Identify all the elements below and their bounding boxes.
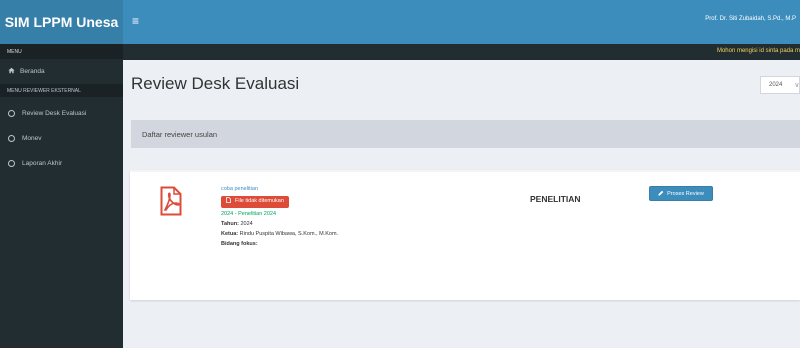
tahun-label: Tahun: [221, 220, 239, 227]
notice-bar: Mohon mengisi id sinta pada m [123, 44, 800, 60]
proposal-scheme: 2024 - Penelitian 2024 [221, 210, 277, 217]
sidebar-item-label: Monev [22, 135, 42, 142]
circle-icon [8, 160, 15, 167]
pdf-file-icon [160, 186, 182, 216]
sidebar-item-laporan-akhir[interactable]: Laporan Akhir [0, 151, 123, 176]
ketua-label: Ketua: [221, 230, 239, 237]
page-title: Review Desk Evaluasi [131, 74, 300, 93]
top-navbar: ≡ Prof. Dr. Siti Zubaidah, S.Pd., M.P [123, 0, 800, 44]
user-menu[interactable]: Prof. Dr. Siti Zubaidah, S.Pd., M.P [705, 16, 796, 22]
proses-review-label: Proses Review [667, 190, 704, 197]
chevron-down-icon: ∨ [794, 82, 800, 89]
notice-text: Mohon mengisi id sinta pada m [716, 48, 800, 54]
sidebar-item-monev[interactable]: Monev [0, 126, 123, 151]
tahun-value: 2024 [240, 220, 253, 227]
sidebar-item-label: Laporan Akhir [22, 160, 63, 167]
sidebar-section-header: MENU REVIEWER EKSTERNAL [0, 84, 123, 97]
file-not-found-badge[interactable]: File tidak ditemukan [221, 195, 289, 208]
proposal-category: PENELITIAN [530, 194, 581, 204]
proposal-year: Tahun: 2024 [221, 221, 338, 229]
home-icon [8, 67, 17, 76]
proposal-focus: Bidang fokus: [221, 241, 338, 249]
sidebar-toggle-icon[interactable]: ≡ [132, 14, 139, 28]
box-title: Daftar reviewer usulan [142, 130, 218, 139]
proposal-lead: Ketua: Rindu Puspita Wibawa, S.Kom., M.K… [221, 231, 338, 239]
app-logo[interactable]: SIM LPPM Unesa [0, 0, 123, 44]
year-select[interactable]: 2024 ∨ [760, 76, 800, 94]
proposal-title-link[interactable]: coba penelitian [221, 186, 338, 194]
file-icon [226, 197, 231, 207]
reviewer-list-header: Daftar reviewer usulan [123, 120, 800, 148]
circle-icon [8, 135, 15, 142]
proses-review-button[interactable]: Proses Review [649, 186, 713, 201]
sidebar-item-label: Beranda [20, 68, 45, 75]
proposal-info: coba penelitian File tidak ditemukan 202… [221, 186, 338, 249]
sidebar-menu-header: MENU [0, 44, 123, 59]
edit-icon [658, 190, 664, 198]
sidebar-item-review-desk-evaluasi[interactable]: Review Desk Evaluasi [0, 101, 123, 126]
year-select-value: 2024 [769, 82, 783, 88]
bidang-label: Bidang fokus: [221, 240, 258, 247]
circle-icon [8, 110, 15, 117]
sidebar-item-label: Review Desk Evaluasi [22, 110, 87, 117]
sidebar: MENU Beranda MENU REVIEWER EKSTERNAL Rev… [0, 44, 123, 348]
file-badge-label: File tidak ditemukan [235, 197, 284, 204]
sidebar-item-beranda[interactable]: Beranda [0, 59, 123, 84]
ketua-value: Rindu Puspita Wibawa, S.Kom., M.Kom. [239, 230, 339, 237]
